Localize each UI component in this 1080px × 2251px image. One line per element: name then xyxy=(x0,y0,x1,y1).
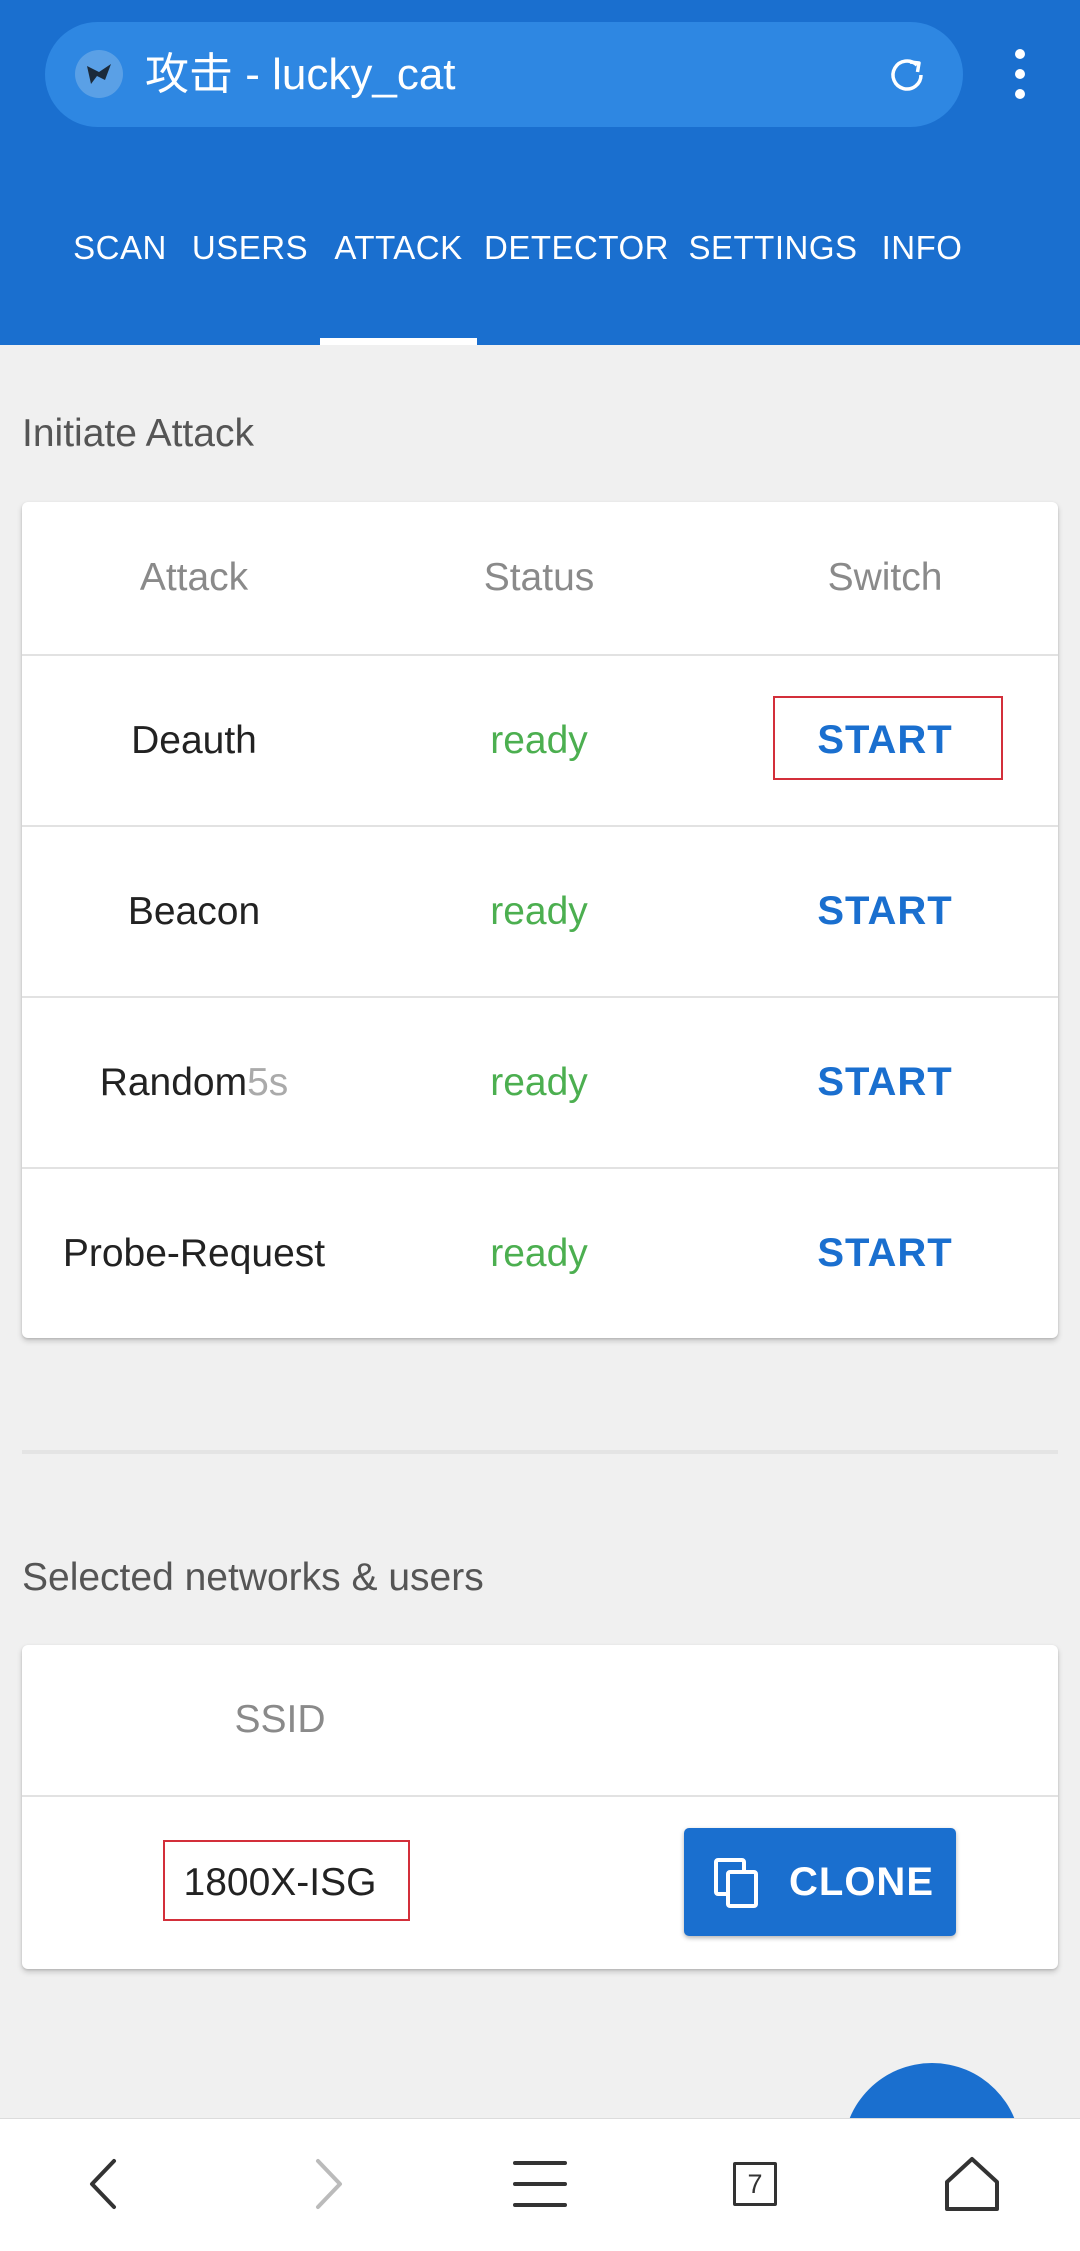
home-icon xyxy=(945,2157,999,2211)
tab-scan[interactable]: SCAN xyxy=(55,200,185,345)
start-button-cell: START xyxy=(712,1169,1058,1338)
table-header-row: SSID xyxy=(22,1645,1058,1797)
browser-bottom-nav: 7 xyxy=(0,2118,1080,2251)
selected-networks-table: SSID 1800X-ISG CLONE xyxy=(22,1645,1058,1969)
reload-icon[interactable] xyxy=(884,52,930,98)
attack-timer: 5s xyxy=(247,1060,289,1104)
table-header-row: Attack Status Switch xyxy=(22,502,1058,656)
highlight-box xyxy=(773,696,1003,780)
tabs-button[interactable]: 7 xyxy=(720,2149,790,2219)
tab-attack[interactable]: ATTACK xyxy=(320,200,477,345)
section-divider xyxy=(22,1450,1058,1454)
forward-button[interactable] xyxy=(292,2149,362,2219)
back-button[interactable] xyxy=(70,2149,140,2219)
menu-button[interactable] xyxy=(505,2149,575,2219)
start-beacon-button[interactable]: START xyxy=(817,889,952,934)
tab-count-badge: 7 xyxy=(733,2162,777,2206)
start-random-button[interactable]: START xyxy=(817,1060,952,1105)
hamburger-icon xyxy=(513,2161,567,2207)
section-title-selected-networks: Selected networks & users xyxy=(22,1556,484,1599)
attack-name: Random xyxy=(99,1060,248,1104)
start-probe-request-button[interactable]: START xyxy=(817,1231,952,1276)
attack-status: ready xyxy=(490,1060,588,1104)
attack-name: Probe-Request xyxy=(62,1231,326,1275)
column-header-switch: Switch xyxy=(827,556,943,599)
table-row: 1800X-ISG CLONE xyxy=(22,1797,1058,1969)
column-header-status: Status xyxy=(483,556,595,599)
address-bar[interactable]: 攻击 - lucky_cat xyxy=(45,22,963,127)
tab-info[interactable]: INFO xyxy=(876,200,968,345)
app-header: 攻击 - lucky_cat SCAN USERS ATTACK DETECTO… xyxy=(0,0,1080,345)
start-button-cell: START xyxy=(712,827,1058,996)
start-button-cell: START xyxy=(712,998,1058,1167)
table-row: Beacon ready START xyxy=(22,827,1058,998)
attack-status: ready xyxy=(490,889,588,933)
more-vert-icon[interactable] xyxy=(1000,44,1040,104)
attack-table: Attack Status Switch Deauth ready START … xyxy=(22,502,1058,1338)
column-header-ssid: SSID xyxy=(234,1698,326,1741)
home-button[interactable] xyxy=(937,2149,1007,2219)
chevron-left-icon xyxy=(90,2159,116,2209)
section-title-initiate-attack: Initiate Attack xyxy=(22,412,254,455)
site-favicon-icon xyxy=(75,50,123,98)
tab-bar: SCAN USERS ATTACK DETECTOR SETTINGS INFO xyxy=(0,200,1080,345)
table-row: Probe-Request ready START xyxy=(22,1169,1058,1338)
tab-settings[interactable]: SETTINGS xyxy=(688,200,858,345)
attack-name: Beacon xyxy=(127,889,261,933)
page-title: 攻击 - lucky_cat xyxy=(145,50,456,99)
tab-detector[interactable]: DETECTOR xyxy=(484,200,669,345)
clone-button[interactable]: CLONE xyxy=(684,1828,956,1936)
attack-name: Deauth xyxy=(131,718,257,762)
tab-users[interactable]: USERS xyxy=(190,200,310,345)
copy-icon xyxy=(714,1858,758,1908)
attack-status: ready xyxy=(490,1231,588,1275)
chevron-right-icon xyxy=(316,2159,342,2209)
table-row: Random 5s ready START xyxy=(22,998,1058,1169)
attack-status: ready xyxy=(490,718,588,762)
clone-button-label: CLONE xyxy=(789,1860,934,1904)
table-row: Deauth ready START xyxy=(22,656,1058,827)
attack-name-cell: Random 5s xyxy=(22,998,366,1167)
column-header-attack: Attack xyxy=(139,556,249,599)
active-tab-indicator xyxy=(320,338,477,345)
highlight-box xyxy=(163,1840,410,1921)
